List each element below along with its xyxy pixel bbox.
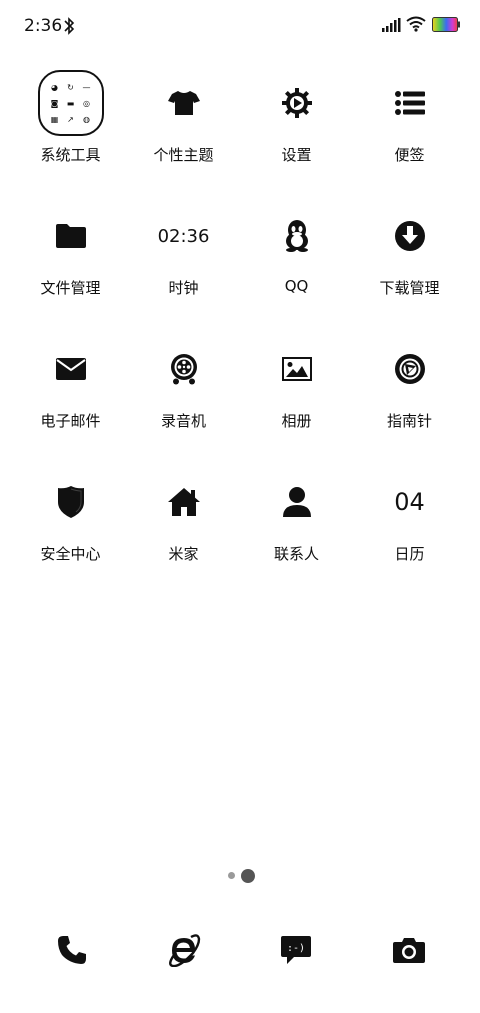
app-label: 时钟	[168, 279, 199, 297]
app-label: 米家	[168, 545, 199, 563]
penguin-icon	[285, 220, 308, 252]
app-label: 安全中心	[40, 545, 101, 563]
app-email[interactable]: 电子邮件	[14, 334, 127, 444]
signal-icon	[382, 18, 401, 32]
app-file-manager[interactable]: 文件管理	[14, 201, 127, 311]
app-clock[interactable]: 02:36 时钟	[127, 201, 240, 311]
camera-icon	[393, 938, 425, 963]
app-label: 指南针	[386, 412, 432, 430]
tshirt-icon	[167, 91, 200, 115]
gear-icon	[281, 88, 312, 118]
bluetooth-icon	[64, 17, 75, 35]
app-label: 相册	[281, 412, 312, 430]
message-smiley-text: :-)	[287, 943, 305, 954]
app-system-tools[interactable]: ◕ ↻ — ◙ ▬ ◎ ▦ ↗ ◍ 系统工具	[14, 68, 127, 178]
app-label: 电子邮件	[40, 412, 101, 430]
folder-icon: ◕ ↻ — ◙ ▬ ◎ ▦ ↗ ◍	[37, 70, 104, 136]
app-themes[interactable]: 个性主题	[127, 68, 240, 178]
app-calendar[interactable]: 04 日历	[353, 467, 466, 577]
app-label: 设置	[281, 146, 312, 164]
image-icon	[281, 357, 312, 381]
list-icon	[394, 91, 425, 115]
mail-icon	[55, 358, 86, 380]
app-mihome[interactable]: 米家	[127, 467, 240, 577]
dock: :-)	[0, 920, 480, 980]
shield-icon	[57, 486, 84, 518]
app-notes[interactable]: 便签	[353, 68, 466, 178]
page-dot-2-active[interactable]	[241, 869, 255, 883]
status-bar: 2:36	[0, 0, 480, 52]
app-label: 录音机	[160, 412, 206, 430]
person-icon	[282, 487, 311, 517]
folder-file-icon	[55, 224, 86, 248]
home-icon	[167, 488, 200, 516]
browser-icon	[169, 934, 201, 967]
dock-phone[interactable]	[42, 920, 102, 980]
app-label: 日历	[394, 545, 425, 563]
app-label: 联系人	[273, 545, 319, 563]
page-dot-1[interactable]	[228, 872, 235, 879]
app-label: 文件管理	[40, 279, 101, 297]
calendar-icon: 04	[394, 488, 425, 516]
app-qq[interactable]: QQ	[240, 201, 353, 311]
dock-camera[interactable]	[379, 920, 439, 980]
battery-icon	[432, 17, 460, 32]
recorder-icon	[170, 354, 197, 385]
app-gallery[interactable]: 相册	[240, 334, 353, 444]
app-label: 下载管理	[379, 279, 440, 297]
wifi-icon	[406, 16, 426, 32]
app-label: 系统工具	[40, 146, 101, 164]
phone-icon	[58, 936, 86, 964]
app-downloads[interactable]: 下载管理	[353, 201, 466, 311]
clock-icon: 02:36	[157, 225, 210, 247]
app-settings[interactable]: 设置	[240, 68, 353, 178]
page-indicator	[0, 868, 480, 884]
app-label: 个性主题	[153, 146, 214, 164]
app-label: QQ	[284, 277, 309, 295]
status-time: 2:36	[24, 16, 63, 36]
message-icon: :-)	[281, 936, 311, 964]
dock-browser[interactable]	[154, 920, 214, 980]
app-label: 便签	[394, 146, 425, 164]
app-security[interactable]: 安全中心	[14, 467, 127, 577]
app-recorder[interactable]: 录音机	[127, 334, 240, 444]
download-icon	[394, 221, 425, 251]
app-compass[interactable]: 指南针	[353, 334, 466, 444]
app-contacts[interactable]: 联系人	[240, 467, 353, 577]
dock-messages[interactable]: :-)	[266, 920, 326, 980]
compass-icon	[394, 354, 425, 384]
